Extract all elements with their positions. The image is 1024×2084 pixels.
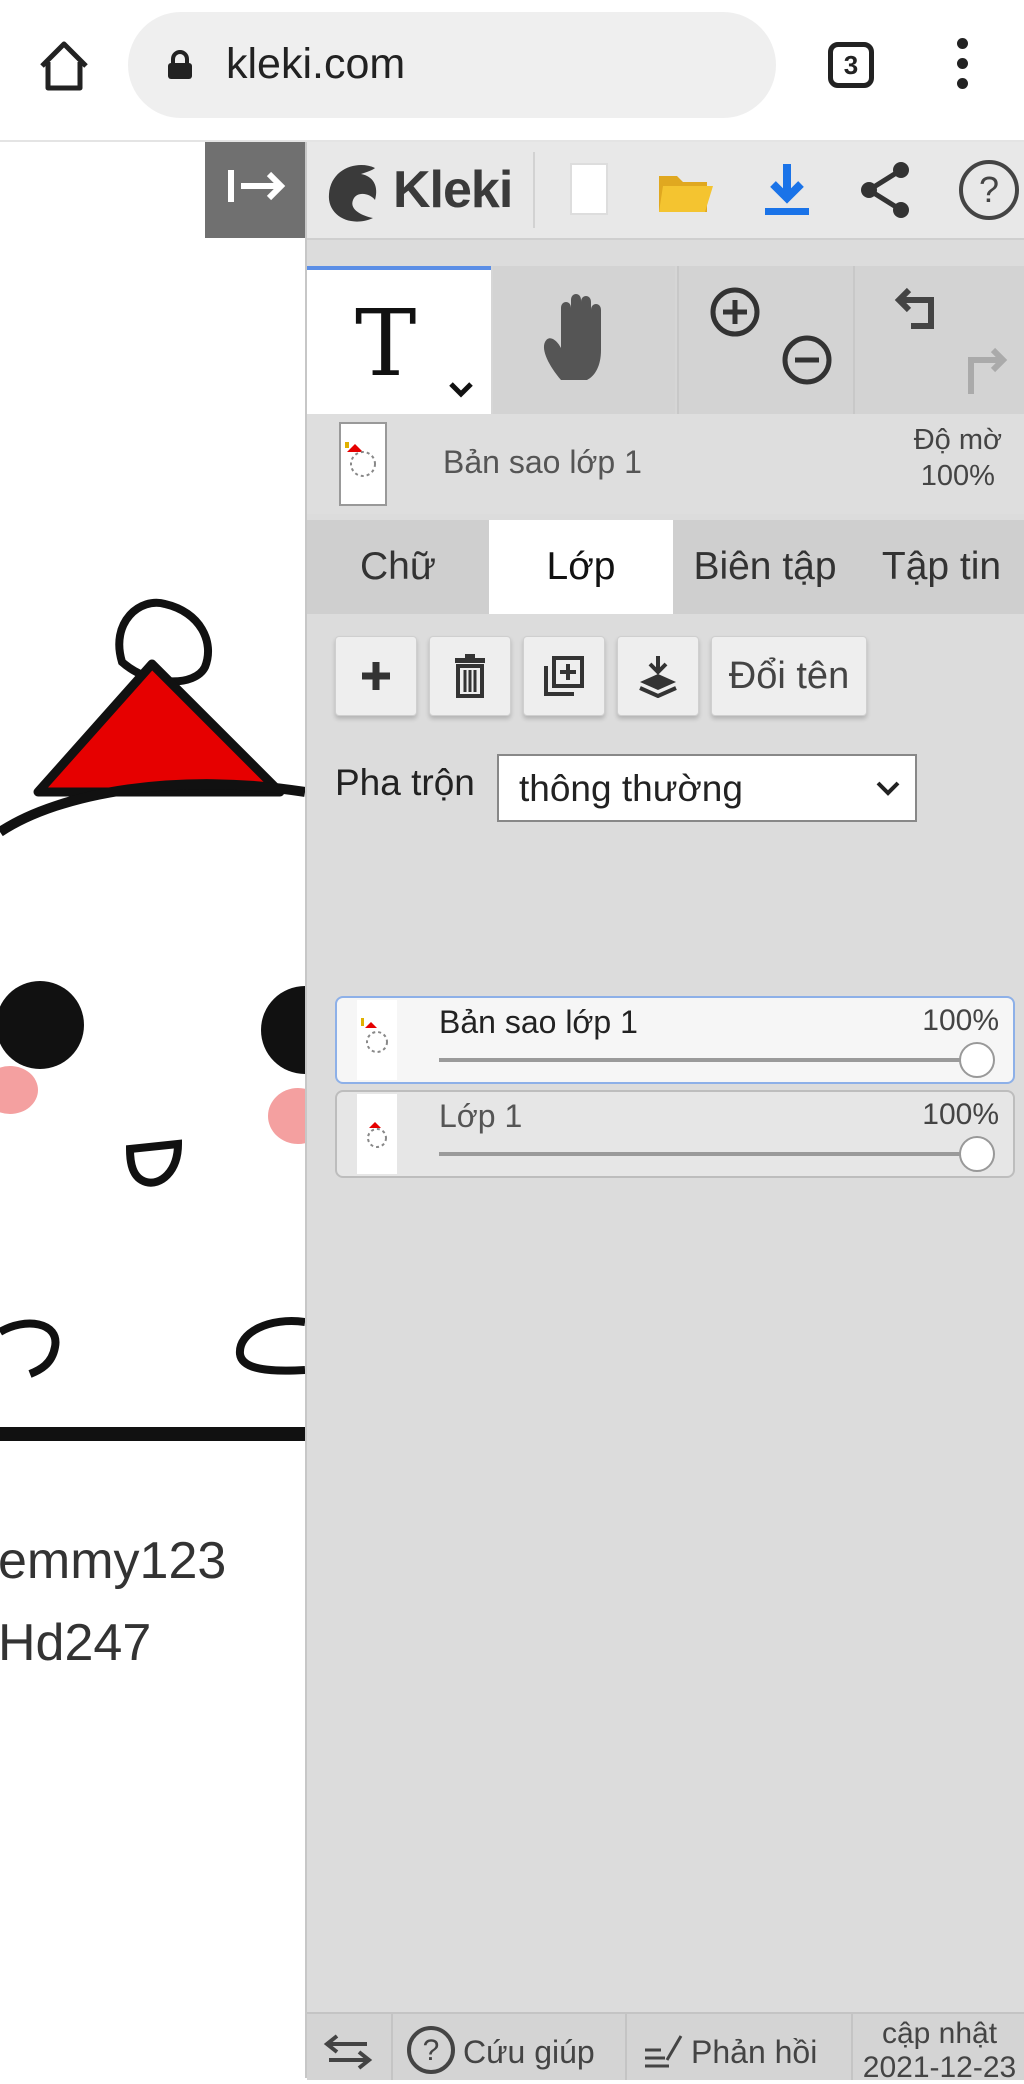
logo-text: Kleki: [393, 161, 513, 219]
swap-arrows-icon: [323, 2034, 373, 2070]
help-circle-icon: ?: [407, 2026, 455, 2074]
opacity-readout: Độ mờ 100%: [914, 422, 1002, 494]
panel-footer: ? Cứu giúp Phản hồi cập nhật 2021-12-23: [307, 2012, 1024, 2084]
lock-icon: [166, 50, 194, 80]
tool-row: T: [307, 266, 1024, 414]
layer-opacity-handle[interactable]: [959, 1136, 995, 1172]
new-file-icon[interactable]: [557, 158, 621, 222]
tab-file[interactable]: Tập tin: [857, 520, 1024, 614]
chevron-down-icon: [876, 781, 900, 796]
help-button[interactable]: ? Cứu giúp: [393, 2014, 627, 2080]
arrow-right-bar-icon: [228, 170, 286, 202]
undo-redo-controls: [853, 266, 1024, 414]
panel-tabs: Chữ Lớp Biên tập Tập tin: [307, 520, 1024, 614]
layer-name: Bản sao lớp 1: [439, 1004, 638, 1040]
merge-layer-button[interactable]: [617, 636, 699, 716]
feedback-label: Phản hồi: [691, 2034, 818, 2070]
blend-mode-value: thông thường: [519, 768, 743, 809]
zoom-controls: [677, 266, 853, 414]
swap-side-button[interactable]: [307, 2014, 393, 2080]
text-tool-button[interactable]: T: [307, 266, 491, 414]
tab-layers[interactable]: Lớp: [489, 520, 673, 614]
current-layer-name: Bản sao lớp 1: [443, 444, 642, 480]
hand-icon: [543, 294, 601, 380]
tab-edit[interactable]: Biên tập: [673, 520, 857, 614]
rename-layer-button[interactable]: Đổi tên: [711, 636, 867, 716]
trash-icon: [455, 654, 485, 698]
update-label: cập nhật: [881, 2017, 998, 2050]
download-icon[interactable]: [755, 158, 819, 222]
undo-icon[interactable]: [891, 282, 947, 338]
feedback-pen-icon: [645, 2035, 683, 2068]
address-bar[interactable]: kleki.com: [128, 12, 776, 118]
blend-mode-select[interactable]: thông thường: [497, 754, 917, 822]
layer-opacity-slider[interactable]: [439, 1058, 969, 1062]
add-layer-button[interactable]: [335, 636, 417, 716]
chevron-down-icon[interactable]: [447, 380, 475, 400]
collapse-panel-button[interactable]: [205, 142, 305, 238]
layer-opacity: 100%: [922, 1004, 999, 1037]
delete-layer-button[interactable]: [429, 636, 511, 716]
url-text: kleki.com: [226, 40, 406, 88]
home-icon[interactable]: [34, 36, 94, 96]
update-date: 2021-12-23: [862, 2051, 1017, 2084]
layer-name: Lớp 1: [439, 1098, 523, 1134]
current-layer-header: Bản sao lớp 1 Độ mờ 100%: [307, 414, 1024, 514]
canvas-drawing: [0, 598, 305, 1441]
help-label: Cứu giúp: [463, 2034, 595, 2070]
plus-icon: [362, 662, 390, 690]
layer-thumbnail: [357, 1000, 397, 1080]
zoom-out-icon[interactable]: [779, 332, 835, 388]
rename-label: Đổi tên: [728, 655, 850, 697]
more-menu-icon[interactable]: [950, 38, 974, 98]
open-folder-icon[interactable]: [653, 158, 717, 222]
layer-opacity: 100%: [922, 1098, 999, 1131]
redo-icon[interactable]: [955, 342, 1011, 398]
help-icon[interactable]: ?: [957, 158, 1021, 222]
text-tool-icon: T: [355, 290, 417, 397]
browser-toolbar: kleki.com 3: [0, 0, 1024, 142]
feedback-button[interactable]: Phản hồi: [627, 2014, 853, 2080]
duplicate-layer-button[interactable]: [523, 636, 605, 716]
layer-panel: Đổi tên Pha trộn thông thường Bản sao lớ…: [307, 614, 1024, 2044]
hand-tool-button[interactable]: [493, 266, 675, 414]
opacity-value: 100%: [920, 460, 995, 492]
share-icon[interactable]: [855, 158, 919, 222]
layer-opacity-handle[interactable]: [959, 1042, 995, 1078]
tool-panel: Kleki ? T Bản sao lớp 1 Độ mờ 100% Chữ L…: [305, 142, 1024, 2084]
svg-text:?: ?: [423, 2034, 440, 2067]
changelog-button[interactable]: cập nhật 2021-12-23: [853, 2014, 1024, 2084]
merge-down-icon: [639, 656, 677, 698]
tab-switcher-button[interactable]: 3: [828, 42, 874, 88]
layer-opacity-slider[interactable]: [439, 1152, 969, 1156]
tab-text[interactable]: Chữ: [307, 520, 489, 614]
layer-item-copy[interactable]: Bản sao lớp 1 100%: [335, 996, 1015, 1084]
layer-item-base[interactable]: Lớp 1 100%: [335, 1090, 1015, 1178]
canvas-text: emmy123 Hd247: [0, 1532, 227, 1672]
opacity-label: Độ mờ: [913, 424, 1002, 456]
layer-thumbnail: [357, 1094, 397, 1174]
zoom-in-icon[interactable]: [707, 284, 763, 340]
svg-text:?: ?: [979, 169, 999, 210]
duplicate-icon: [544, 656, 584, 696]
blend-mode-label: Pha trộn: [335, 762, 475, 803]
drawing-canvas[interactable]: emmy123 Hd247: [0, 142, 305, 2078]
top-toolbar: Kleki ?: [307, 142, 1024, 240]
current-layer-thumbnail: [339, 422, 387, 506]
